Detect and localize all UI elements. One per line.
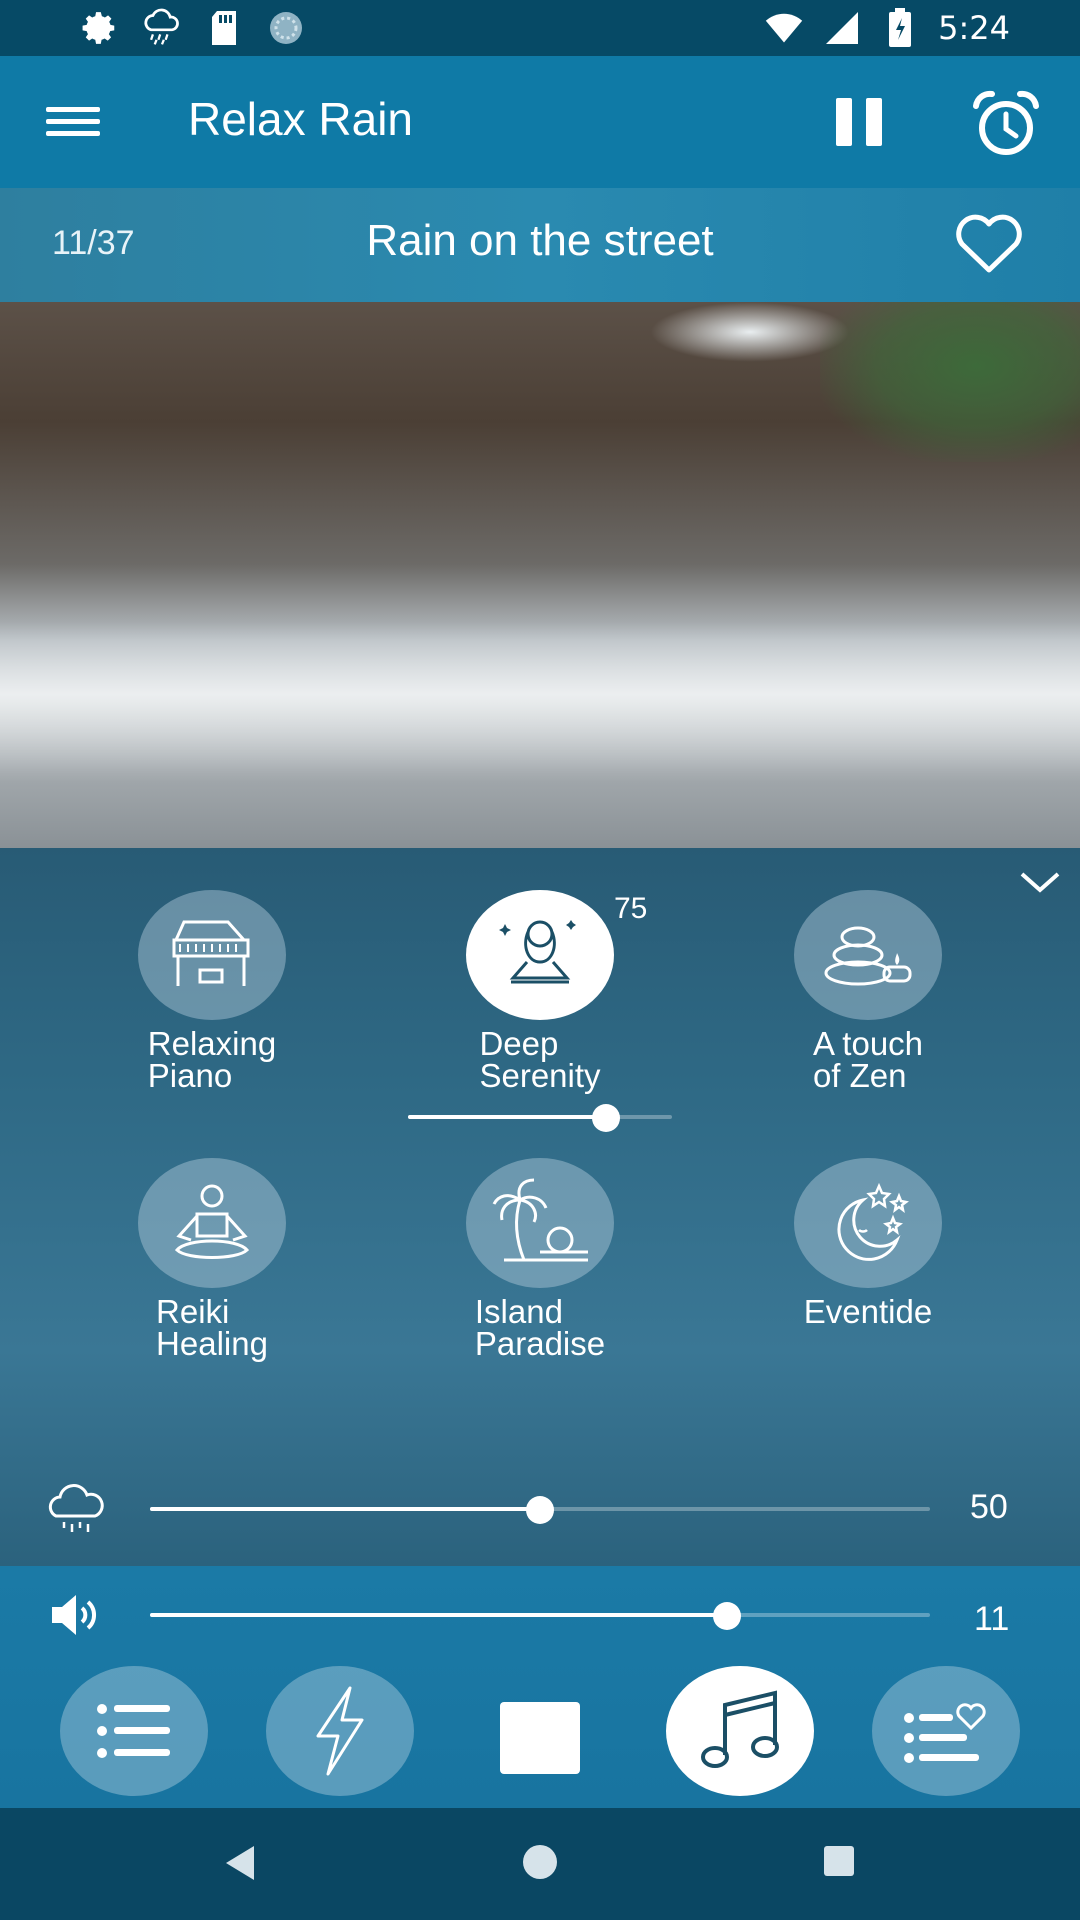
sound-label: Serenity [479, 1057, 601, 1094]
sound-eventide[interactable]: Eventide [748, 1158, 988, 1328]
moon-stars-icon [837, 1182, 909, 1261]
zen-stones-icon [824, 926, 912, 986]
favorite-button[interactable] [954, 214, 1024, 276]
palm-tree-icon [492, 1178, 588, 1262]
track-title: Rain on the street [366, 216, 714, 265]
quick-mix-button[interactable] [266, 1666, 414, 1796]
rain-volume-slider[interactable] [150, 1496, 930, 1524]
sound-label: Healing [156, 1325, 268, 1362]
battery-icon [880, 8, 920, 48]
deep-serenity-volume-value: 75 [614, 892, 648, 925]
status-time: 5:24 [938, 9, 1010, 47]
sound-reiki-healing[interactable]: Reiki Healing [92, 1158, 332, 1360]
deep-serenity-volume-slider[interactable] [408, 1104, 672, 1132]
settings-icon [80, 8, 120, 48]
pause-button[interactable] [836, 98, 884, 148]
music-button[interactable] [666, 1666, 814, 1796]
master-volume-value: 11 [974, 1600, 1010, 1638]
pause-icon [836, 98, 852, 146]
rain-cloud-icon [42, 1482, 110, 1542]
recents-icon [824, 1846, 854, 1876]
sound-label: of Zen [812, 1057, 907, 1094]
menu-button[interactable] [46, 100, 100, 144]
alarm-icon [973, 90, 1039, 155]
heart-icon [956, 214, 1022, 273]
sound-label: Eventide [803, 1293, 933, 1330]
player-controls: 11 [0, 1566, 1080, 1808]
sync-icon [266, 8, 306, 48]
home-button[interactable] [520, 1842, 560, 1886]
reiki-icon [174, 1184, 250, 1259]
weather-icon [142, 8, 182, 48]
sound-label: Piano [147, 1057, 233, 1094]
recents-button[interactable] [822, 1844, 856, 1882]
system-navigation-bar [0, 1808, 1080, 1920]
favorites-list-icon [904, 1703, 986, 1763]
sound-label: Reiki [156, 1293, 230, 1330]
alarm-button[interactable] [970, 88, 1042, 160]
signal-icon [822, 8, 862, 48]
chevron-down-icon [1020, 872, 1060, 893]
sound-relaxing-piano[interactable]: Relaxing Piano [92, 890, 332, 1092]
collapse-button[interactable] [1018, 868, 1062, 898]
sound-label: Paradise [474, 1325, 606, 1362]
sound-touch-of-zen[interactable]: A touch of Zen [748, 890, 988, 1092]
app-bar: Relax Rain [0, 56, 1080, 188]
playlist-button[interactable] [60, 1666, 208, 1796]
sound-label: Deep [479, 1025, 559, 1062]
meditation-icon [499, 920, 576, 984]
back-icon [226, 1846, 254, 1880]
menu-icon [46, 107, 100, 112]
slider-thumb[interactable] [592, 1104, 620, 1132]
speaker-icon [50, 1592, 102, 1642]
slider-thumb[interactable] [526, 1496, 554, 1524]
rain-volume-value: 50 [970, 1488, 1008, 1526]
sound-mixer-panel: Relaxing Piano Deep Serenity 75 A touch … [0, 848, 1080, 1566]
wifi-icon [764, 8, 804, 48]
list-icon [97, 1704, 170, 1758]
master-volume-slider[interactable] [150, 1602, 930, 1630]
piano-icon [172, 920, 250, 986]
sound-label: Island [474, 1293, 563, 1330]
sound-label: A touch [812, 1025, 924, 1062]
sound-island-paradise[interactable]: Island Paradise [420, 1158, 660, 1360]
track-bar: 11/37 Rain on the street [0, 188, 1080, 302]
lightning-icon [316, 1686, 364, 1776]
background-photo [0, 302, 1080, 848]
slider-thumb[interactable] [713, 1602, 742, 1630]
app-title: Relax Rain [188, 93, 413, 145]
stop-button[interactable] [500, 1702, 580, 1774]
favorites-button[interactable] [872, 1666, 1020, 1796]
music-icon [701, 1690, 779, 1768]
sd-card-icon [204, 8, 244, 48]
sound-label: Relaxing [147, 1025, 277, 1062]
status-bar: 5:24 [0, 0, 1080, 56]
back-button[interactable] [222, 1844, 256, 1886]
home-icon [523, 1845, 557, 1879]
